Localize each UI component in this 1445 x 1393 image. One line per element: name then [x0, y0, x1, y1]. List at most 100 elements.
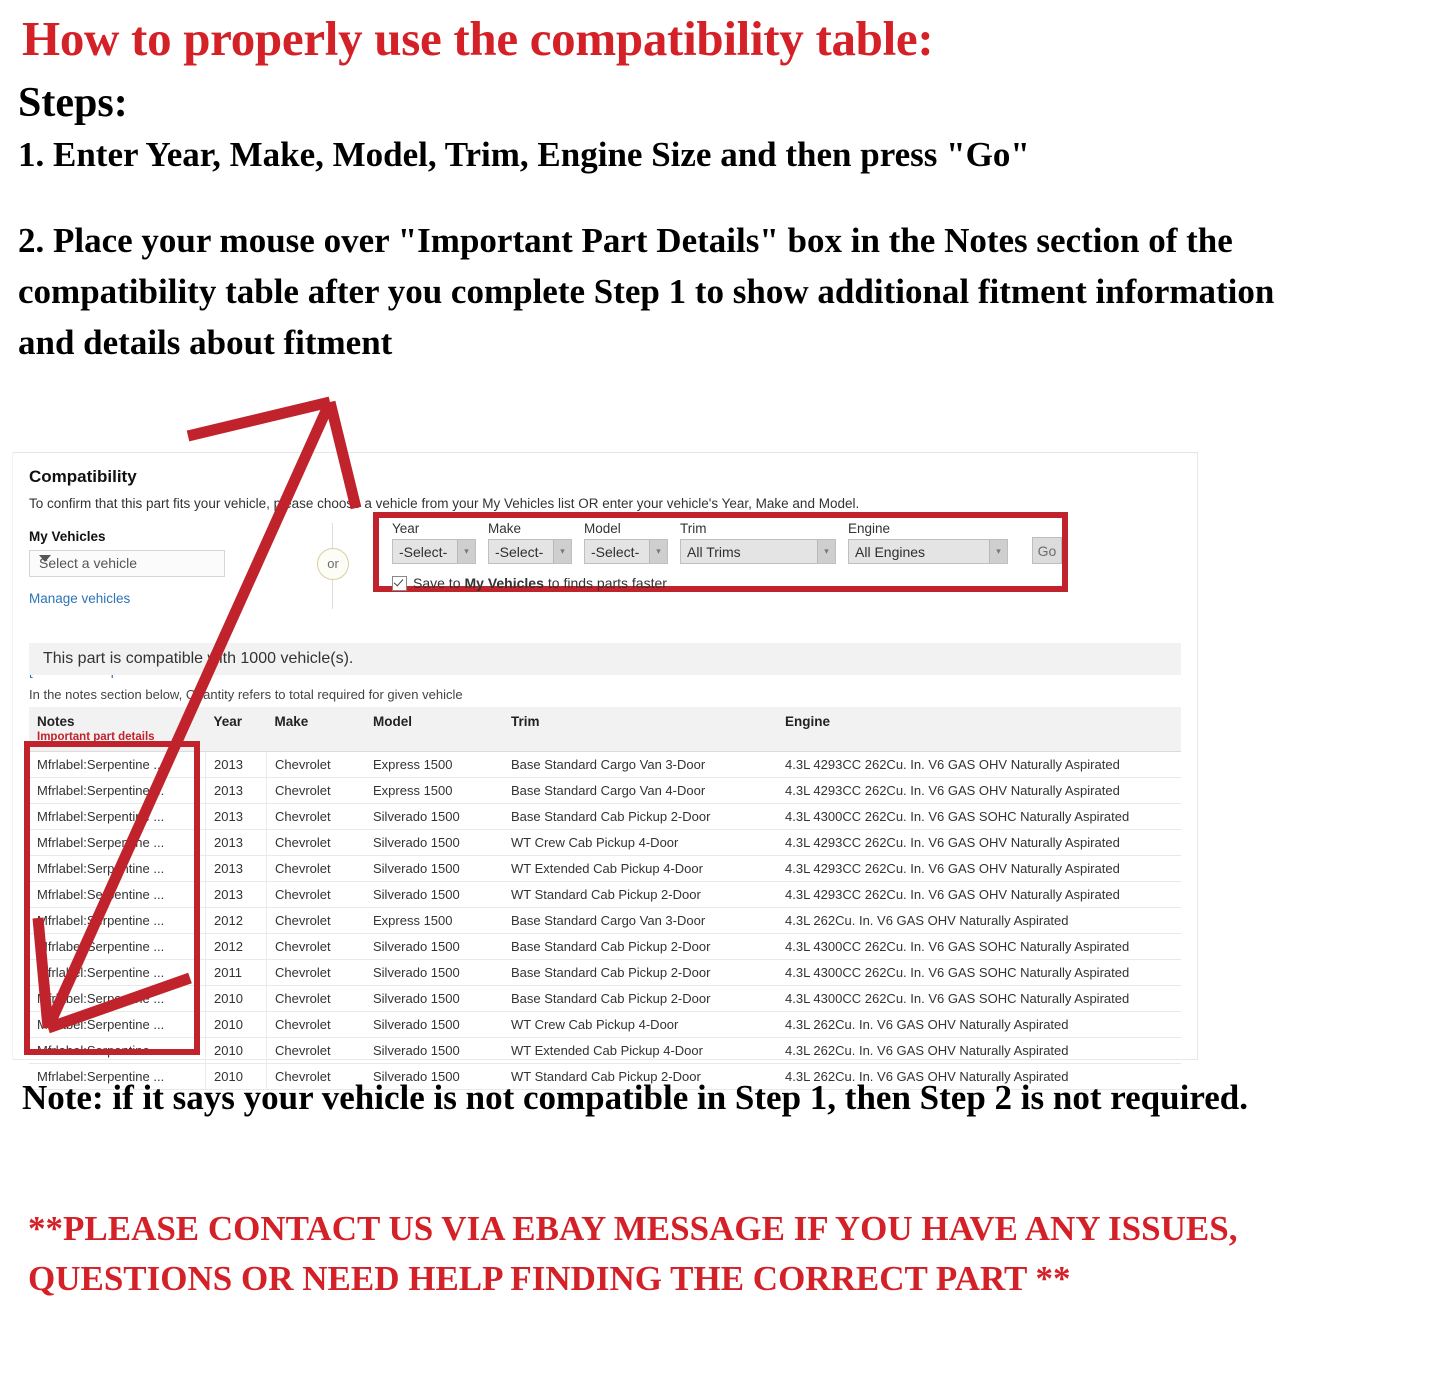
- or-divider: or: [313, 523, 353, 609]
- manage-vehicles-link[interactable]: Manage vehicles: [29, 591, 130, 606]
- cell-year: 2013: [205, 751, 267, 778]
- column-header-model[interactable]: Model: [365, 707, 503, 752]
- cell-engine: 4.3L 4293CC 262Cu. In. V6 GAS OHV Natura…: [777, 777, 1181, 804]
- table-row: Mfrlabel:Serpentine ... 2010 Chevrolet Silv…: [29, 985, 1181, 1012]
- vehicle-picker-fields: Year -Select- ▾ Make -Select- ▾ Model -Select- ▾…: [392, 521, 1062, 564]
- cell-make: Chevrolet: [266, 1037, 365, 1064]
- cell-engine: 4.3L 262Cu. In. V6 GAS OHV Naturally Asp…: [777, 1011, 1181, 1038]
- cell-trim: WT Crew Cab Pickup 4-Door: [503, 829, 777, 856]
- table-row: Mfrlabel:Serpentine ... 2013 Chevrolet Silv…: [29, 803, 1181, 830]
- cell-year: 2012: [205, 907, 267, 934]
- arrowhead-upper-left-barb: [186, 396, 332, 442]
- picker-value-make: -Select-: [495, 543, 544, 560]
- cell-year: 2013: [205, 777, 267, 804]
- cell-engine: 4.3L 4300CC 262Cu. In. V6 GAS SOHC Natur…: [777, 803, 1181, 830]
- picker-value-model: -Select-: [591, 543, 640, 560]
- cell-engine: 4.3L 4293CC 262Cu. In. V6 GAS OHV Natura…: [777, 855, 1181, 882]
- cell-trim: Base Standard Cab Pickup 2-Door: [503, 933, 777, 960]
- cell-model: Express 1500: [365, 907, 503, 934]
- cell-engine: 4.3L 4300CC 262Cu. In. V6 GAS SOHC Natur…: [777, 959, 1181, 986]
- column-header-year[interactable]: Year: [205, 707, 267, 752]
- my-vehicles-select[interactable]: Select a vehicle: [29, 550, 225, 577]
- chevron-down-icon: [39, 555, 51, 562]
- picker-label-engine: Engine: [848, 521, 891, 536]
- table-row: Mfrlabel:Serpentine ... 2013 Chevrolet Silv…: [29, 829, 1181, 856]
- picker-label-year: Year: [392, 521, 420, 536]
- or-divider-label: or: [317, 548, 349, 580]
- picker-label-trim: Trim: [680, 521, 707, 536]
- save-bold-label: My Vehicles: [464, 575, 544, 591]
- cell-year: 2013: [205, 829, 267, 856]
- table-header-row: Notes Important part details Year Make M…: [29, 707, 1181, 752]
- page-title: How to properly use the compatibility ta…: [22, 11, 934, 66]
- cell-make: Chevrolet: [266, 751, 365, 778]
- notes-quantity-hint: In the notes section below, Quantity ref…: [29, 687, 463, 702]
- cell-trim: WT Standard Cab Pickup 2-Door: [503, 881, 777, 908]
- save-prefix-label: Save to: [413, 575, 461, 591]
- my-vehicles-select-value: Select a vehicle: [39, 555, 138, 571]
- picker-select-make[interactable]: -Select- ▾: [488, 539, 572, 564]
- picker-label-model: Model: [584, 521, 621, 536]
- picker-select-engine[interactable]: All Engines ▾: [848, 539, 1008, 564]
- picker-select-model[interactable]: -Select- ▾: [584, 539, 668, 564]
- picker-field-make: Make -Select- ▾: [488, 521, 572, 564]
- picker-select-trim[interactable]: All Trims ▾: [680, 539, 836, 564]
- cell-engine: 4.3L 4300CC 262Cu. In. V6 GAS SOHC Natur…: [777, 933, 1181, 960]
- column-header-make[interactable]: Make: [266, 707, 365, 752]
- go-button[interactable]: Go: [1032, 537, 1062, 564]
- cell-year: 2010: [205, 1037, 267, 1064]
- footer-contact-notice: **PLEASE CONTACT US VIA EBAY MESSAGE IF …: [28, 1209, 1238, 1298]
- table-row: Mfrlabel:Serpentine ... 2010 Chevrolet Silv…: [29, 1011, 1181, 1038]
- picker-field-year: Year -Select- ▾: [392, 521, 476, 564]
- table-row: Mfrlabel:Serpentine ... 2012 Chevrolet Silv…: [29, 933, 1181, 960]
- cell-trim: WT Crew Cab Pickup 4-Door: [503, 1011, 777, 1038]
- cell-make: Chevrolet: [266, 855, 365, 882]
- cell-model: Silverado 1500: [365, 803, 503, 830]
- cell-model: Silverado 1500: [365, 881, 503, 908]
- column-header-trim[interactable]: Trim: [503, 707, 777, 752]
- cell-year: 2010: [205, 1011, 267, 1038]
- save-suffix-label: to finds parts faster: [547, 575, 667, 591]
- cell-engine: 4.3L 4300CC 262Cu. In. V6 GAS SOHC Natur…: [777, 985, 1181, 1012]
- cell-model: Silverado 1500: [365, 933, 503, 960]
- cell-engine: 4.3L 4293CC 262Cu. In. V6 GAS OHV Natura…: [777, 751, 1181, 778]
- cell-trim: Base Standard Cab Pickup 2-Door: [503, 985, 777, 1012]
- table-row: Mfrlabel:Serpentine ... 2011 Chevrolet Silv…: [29, 959, 1181, 986]
- compatibility-heading: Compatibility: [29, 467, 137, 486]
- cell-make: Chevrolet: [266, 881, 365, 908]
- save-vehicle-checkbox[interactable]: [392, 575, 407, 591]
- cell-make: Chevrolet: [266, 777, 365, 804]
- cell-engine: 4.3L 4293CC 262Cu. In. V6 GAS OHV Natura…: [777, 829, 1181, 856]
- cell-make: Chevrolet: [266, 803, 365, 830]
- cell-trim: Base Standard Cargo Van 3-Door: [503, 751, 777, 778]
- column-header-engine[interactable]: Engine: [777, 707, 1181, 752]
- cell-engine: 4.3L 4293CC 262Cu. In. V6 GAS OHV Natura…: [777, 881, 1181, 908]
- my-vehicles-label: My Vehicles: [29, 529, 106, 544]
- cell-make: Chevrolet: [266, 933, 365, 960]
- table-row: Mfrlabel:Serpentine ... 2013 Chevrolet Silv…: [29, 881, 1181, 908]
- compatible-count-banner: This part is compatible with 1000 vehicl…: [29, 643, 1181, 675]
- cell-model: Express 1500: [365, 777, 503, 804]
- cell-year: 2013: [205, 855, 267, 882]
- cell-model: Silverado 1500: [365, 959, 503, 986]
- picker-field-trim: Trim All Trims ▾: [680, 521, 836, 564]
- cell-engine: 4.3L 262Cu. In. V6 GAS OHV Naturally Asp…: [777, 1037, 1181, 1064]
- instructions-block: How to properly use the compatibility ta…: [0, 0, 1445, 369]
- highlight-box-notes-column: [24, 741, 200, 1055]
- chevron-down-icon: ▾: [457, 540, 475, 563]
- cell-engine: 4.3L 262Cu. In. V6 GAS OHV Naturally Asp…: [777, 907, 1181, 934]
- save-to-my-vehicles-row[interactable]: Save to My Vehicles to finds parts faste…: [392, 575, 1062, 591]
- chevron-down-icon: ▾: [817, 540, 835, 563]
- cell-trim: WT Extended Cab Pickup 4-Door: [503, 1037, 777, 1064]
- cell-year: 2013: [205, 881, 267, 908]
- picker-select-year[interactable]: -Select- ▾: [392, 539, 476, 564]
- step-2-text: 2. Place your mouse over "Important Part…: [18, 221, 1275, 362]
- chevron-down-icon: ▾: [989, 540, 1007, 563]
- cell-make: Chevrolet: [266, 985, 365, 1012]
- cell-trim: Base Standard Cab Pickup 2-Door: [503, 803, 777, 830]
- cell-model: Express 1500: [365, 751, 503, 778]
- fitment-table-body: Mfrlabel:Serpentine ... 2013 Chevrolet Expr…: [29, 751, 1181, 1090]
- table-row: Mfrlabel:Serpentine ... 2013 Chevrolet Silv…: [29, 855, 1181, 882]
- picker-field-engine: Engine All Engines ▾: [848, 521, 1008, 564]
- table-row: Mfrlabel:Serpentine ... 2012 Chevrolet Expr…: [29, 907, 1181, 934]
